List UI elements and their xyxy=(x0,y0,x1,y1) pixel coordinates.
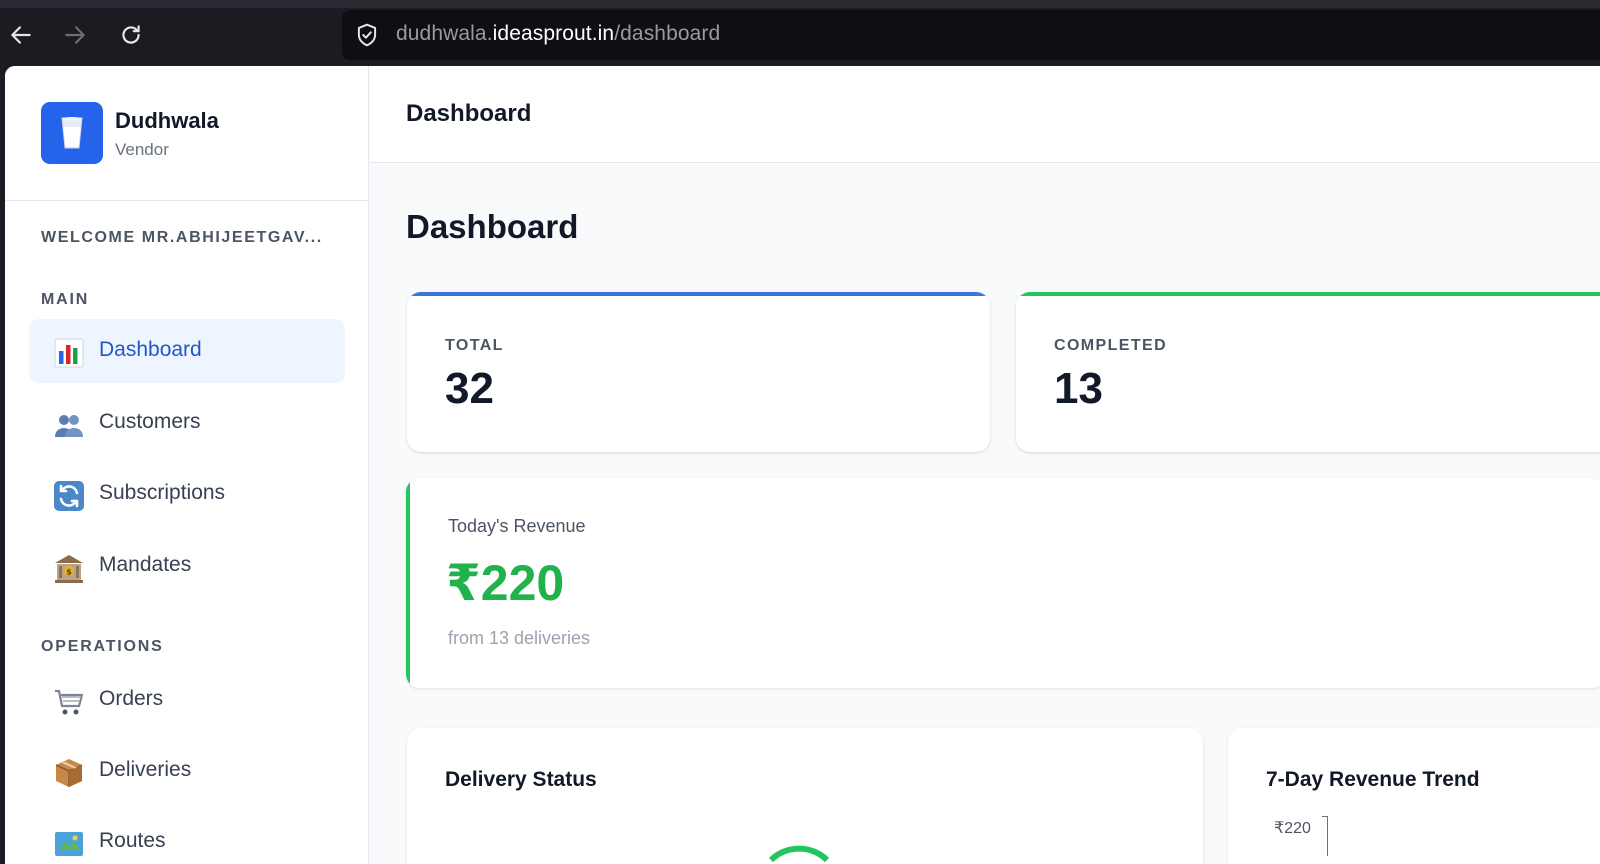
topbar-title: Dashboard xyxy=(406,100,532,127)
stat-card-total: TOTAL 32 xyxy=(407,292,990,452)
sidebar-item-label: Routes xyxy=(99,829,166,852)
url-prefix: dudhwala. xyxy=(396,22,493,45)
bar-chart-icon xyxy=(54,338,84,368)
page-title: Dashboard xyxy=(406,208,579,245)
svg-text:$: $ xyxy=(66,568,72,577)
sidebar-item-deliveries[interactable]: Deliveries xyxy=(29,739,345,803)
y-tick-label: ₹220 xyxy=(1274,820,1311,837)
stat-card-accent xyxy=(1016,292,1600,296)
revenue-value: ₹220 xyxy=(446,555,565,611)
sidebar-item-routes[interactable]: Routes xyxy=(29,810,345,864)
users-icon xyxy=(55,415,83,437)
revenue-card: Today's Revenue ₹220 from 13 deliveries xyxy=(406,478,1600,688)
cart-icon xyxy=(55,689,84,715)
map-icon xyxy=(55,832,83,856)
browser-tab-strip xyxy=(0,0,1600,8)
section-label-operations: OPERATIONS xyxy=(41,638,164,655)
revenue-subtext: from 13 deliveries xyxy=(448,628,591,648)
brand-name: Dudhwala xyxy=(115,108,219,133)
reload-icon xyxy=(122,25,140,44)
app-window: Dudhwala Vendor WELCOME MR.ABHIJEETGAV..… xyxy=(5,66,1600,864)
package-icon xyxy=(55,759,83,787)
stat-card-completed: COMPLETED 13 xyxy=(1016,292,1600,452)
sidebar-item-label: Orders xyxy=(99,687,164,710)
sidebar-item-label: Subscriptions xyxy=(99,481,226,504)
forward-button[interactable] xyxy=(60,20,90,50)
sidebar-item-dashboard[interactable]: Dashboard xyxy=(29,319,345,383)
sidebar-item-mandates[interactable]: $ Mandates xyxy=(29,534,345,598)
y-axis xyxy=(1322,816,1328,856)
sidebar: Dudhwala Vendor WELCOME MR.ABHIJEETGAV..… xyxy=(5,66,369,864)
arrow-left-icon xyxy=(11,26,31,44)
delivery-status-panel: Delivery Status xyxy=(407,728,1203,864)
browser-toolbar: dudhwala.ideasprout.in/dashboard xyxy=(0,0,1600,66)
topbar: Dashboard xyxy=(370,66,1600,163)
sidebar-item-label: Mandates xyxy=(99,553,192,576)
refresh-icon xyxy=(54,481,84,511)
stat-card-label: TOTAL xyxy=(445,337,504,354)
sidebar-item-orders[interactable]: Orders xyxy=(29,668,345,732)
url-text: dudhwala.ideasprout.in/dashboard xyxy=(396,22,720,46)
panel-title: 7-Day Revenue Trend xyxy=(1266,768,1480,791)
sidebar-item-subscriptions[interactable]: Subscriptions xyxy=(29,462,345,526)
arrow-right-icon xyxy=(65,26,85,44)
donut-chart xyxy=(768,845,830,862)
shield-icon xyxy=(357,23,377,47)
sidebar-item-label: Customers xyxy=(99,410,201,433)
stat-card-label: COMPLETED xyxy=(1054,337,1168,354)
revenue-label: Today's Revenue xyxy=(448,516,586,536)
revenue-trend-panel: 7-Day Revenue Trend ₹220 xyxy=(1228,728,1600,864)
section-label-main: MAIN xyxy=(41,291,90,308)
reload-button[interactable] xyxy=(116,20,146,50)
address-bar[interactable]: dudhwala.ideasprout.in/dashboard xyxy=(342,10,1600,60)
stat-card-accent xyxy=(407,292,990,296)
sidebar-item-label: Deliveries xyxy=(99,758,192,781)
panel-title: Delivery Status xyxy=(445,768,597,791)
revenue-card-accent xyxy=(406,478,410,688)
stat-card-value: 32 xyxy=(445,364,494,413)
url-path: /dashboard xyxy=(614,22,721,45)
brand-logo[interactable] xyxy=(41,102,103,164)
back-button[interactable] xyxy=(6,20,36,50)
main-content: Dashboard Dashboard TOTAL 32 COMPLETED 1… xyxy=(370,66,1600,864)
sidebar-item-label: Dashboard xyxy=(99,338,202,361)
bank-icon: $ xyxy=(55,555,83,583)
url-domain: ideasprout.in xyxy=(492,22,615,45)
brand-role: Vendor xyxy=(115,140,169,159)
welcome-message: WELCOME MR.ABHIJEETGAV... xyxy=(41,229,323,246)
stat-card-value: 13 xyxy=(1054,364,1103,413)
sidebar-item-customers[interactable]: Customers xyxy=(29,391,345,455)
donut-segment-completed xyxy=(768,845,830,862)
milk-glass-icon xyxy=(61,117,83,149)
brand-header: Dudhwala Vendor xyxy=(5,66,369,201)
